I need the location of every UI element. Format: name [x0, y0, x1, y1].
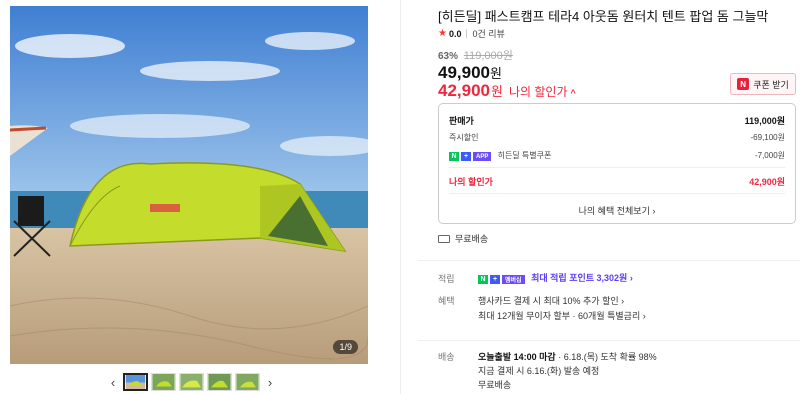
- star-icon: ★: [438, 28, 447, 39]
- view-all-benefits-link[interactable]: 나의 혜택 전체보기 ›: [439, 204, 795, 217]
- thumbnail-2[interactable]: [151, 373, 176, 391]
- free-shipping-label: 무료배송: [455, 234, 489, 244]
- plus-icon: +: [490, 275, 500, 284]
- discount-rate: 63%: [438, 51, 459, 62]
- thumbnail-5[interactable]: [235, 373, 260, 391]
- coupon-button[interactable]: N 쿠폰 받기: [730, 73, 796, 95]
- my-discount-price[interactable]: 42,900 원 나의 할인가 ^: [438, 81, 576, 101]
- column-divider: [400, 0, 401, 394]
- instant-discount-row: 즉시할인 -69,100원: [449, 132, 785, 143]
- naver-n-icon: N: [478, 275, 488, 284]
- thumbnail-3[interactable]: [179, 373, 204, 391]
- special-coupon-label-wrap: N + APP 히든딜 특별쿠폰: [449, 150, 551, 161]
- points-benefit[interactable]: N + 멤버십 최대 적립 포인트 3,302원 ›: [478, 271, 633, 284]
- thumbnail-4[interactable]: [207, 373, 232, 391]
- review-count[interactable]: 0건 리뷰: [472, 27, 504, 40]
- special-coupon-amount: -7,000원: [754, 151, 785, 160]
- sale-price-unit: 원: [490, 66, 502, 81]
- image-counter: 1/9: [333, 340, 358, 354]
- benefits-label: 혜택: [438, 296, 455, 306]
- coupon-button-label: 쿠폰 받기: [753, 79, 789, 90]
- delivery-label: 배송: [438, 352, 455, 362]
- rating-summary[interactable]: ★ 0.0 0건 리뷰: [438, 27, 505, 40]
- section-divider: [418, 340, 800, 341]
- sale-price-row: 판매가 119,000원: [449, 114, 785, 127]
- naver-n-icon: N: [449, 152, 459, 161]
- my-price-row: 나의 할인가 42,900원: [449, 175, 785, 188]
- price-breakdown-box: 판매가 119,000원 즉시할인 -69,100원 N + APP 히든딜 특…: [438, 103, 796, 224]
- delivery-line-3: 무료배송: [478, 380, 512, 390]
- my-price-unit: 원: [491, 84, 503, 99]
- special-coupon-label: 히든딜 특별쿠폰: [497, 151, 552, 160]
- sale-price-amount: 119,000원: [744, 116, 785, 126]
- my-price-row-label: 나의 할인가: [449, 177, 493, 187]
- naver-plus-badge: N + APP: [449, 152, 492, 161]
- sale-price: 49,900원: [438, 63, 502, 83]
- installment-link[interactable]: 최대 12개월 무이자 할부 · 60개월 특별금리 ›: [478, 309, 646, 322]
- delivery-cutoff: 오늘출발 14:00 마감: [478, 352, 556, 362]
- tent-beach-photo: [10, 6, 368, 364]
- divider: [466, 29, 468, 38]
- naver-plus-badge: N + 멤버십: [478, 275, 525, 284]
- original-price: 119,000원: [463, 50, 513, 62]
- max-points-text: 최대 적립 포인트 3,302원 ›: [531, 273, 633, 283]
- free-shipping: 무료배송: [438, 232, 488, 245]
- discount-line: 63% 119,000원: [438, 47, 513, 63]
- thumbnail-1[interactable]: [123, 373, 148, 391]
- card-discount-link[interactable]: 행사카드 결제 시 최대 10% 추가 할인 ›: [478, 294, 624, 307]
- delivery-line-1: 오늘출발 14:00 마감 · 6.18.(목) 도착 확률 98%: [478, 350, 657, 363]
- rating-score: 0.0: [448, 28, 462, 39]
- sale-price-label: 판매가: [449, 116, 474, 126]
- divider: [449, 167, 785, 168]
- truck-icon: [438, 234, 450, 243]
- product-gallery: 1/9 ‹ ›: [0, 0, 400, 394]
- product-main-image[interactable]: 1/9: [10, 6, 368, 364]
- coupon-icon: N: [737, 78, 750, 90]
- my-price-label: 나의 할인가: [508, 85, 568, 99]
- points-label: 적립: [438, 274, 455, 284]
- my-price-value: 42,900: [438, 81, 490, 100]
- instant-discount-amount: -69,100원: [750, 133, 786, 142]
- chevron-right-icon[interactable]: ›: [263, 375, 277, 390]
- chevron-up-icon[interactable]: ^: [571, 88, 576, 98]
- instant-discount-label: 즉시할인: [449, 133, 479, 142]
- section-divider: [418, 260, 800, 261]
- product-title: [히든딜] 패스트캠프 테라4 아웃돔 원터치 텐트 팝업 돔 그늘막: [438, 9, 769, 24]
- membership-badge: 멤버십: [502, 275, 525, 284]
- divider: [449, 193, 785, 194]
- delivery-line-2: 지금 결제 시 6.16.(화) 발송 예정: [478, 366, 600, 376]
- plus-icon: +: [461, 152, 471, 161]
- my-price-row-amount: 42,900원: [749, 177, 785, 187]
- chevron-left-icon[interactable]: ‹: [106, 375, 120, 390]
- app-badge: APP: [473, 152, 492, 161]
- delivery-arrival: · 6.18.(목) 도착 확률 98%: [558, 352, 657, 362]
- special-coupon-row: N + APP 히든딜 특별쿠폰 -7,000원: [449, 150, 785, 161]
- sale-price-value: 49,900: [438, 63, 490, 82]
- thumbnail-strip: ‹ ›: [106, 373, 277, 391]
